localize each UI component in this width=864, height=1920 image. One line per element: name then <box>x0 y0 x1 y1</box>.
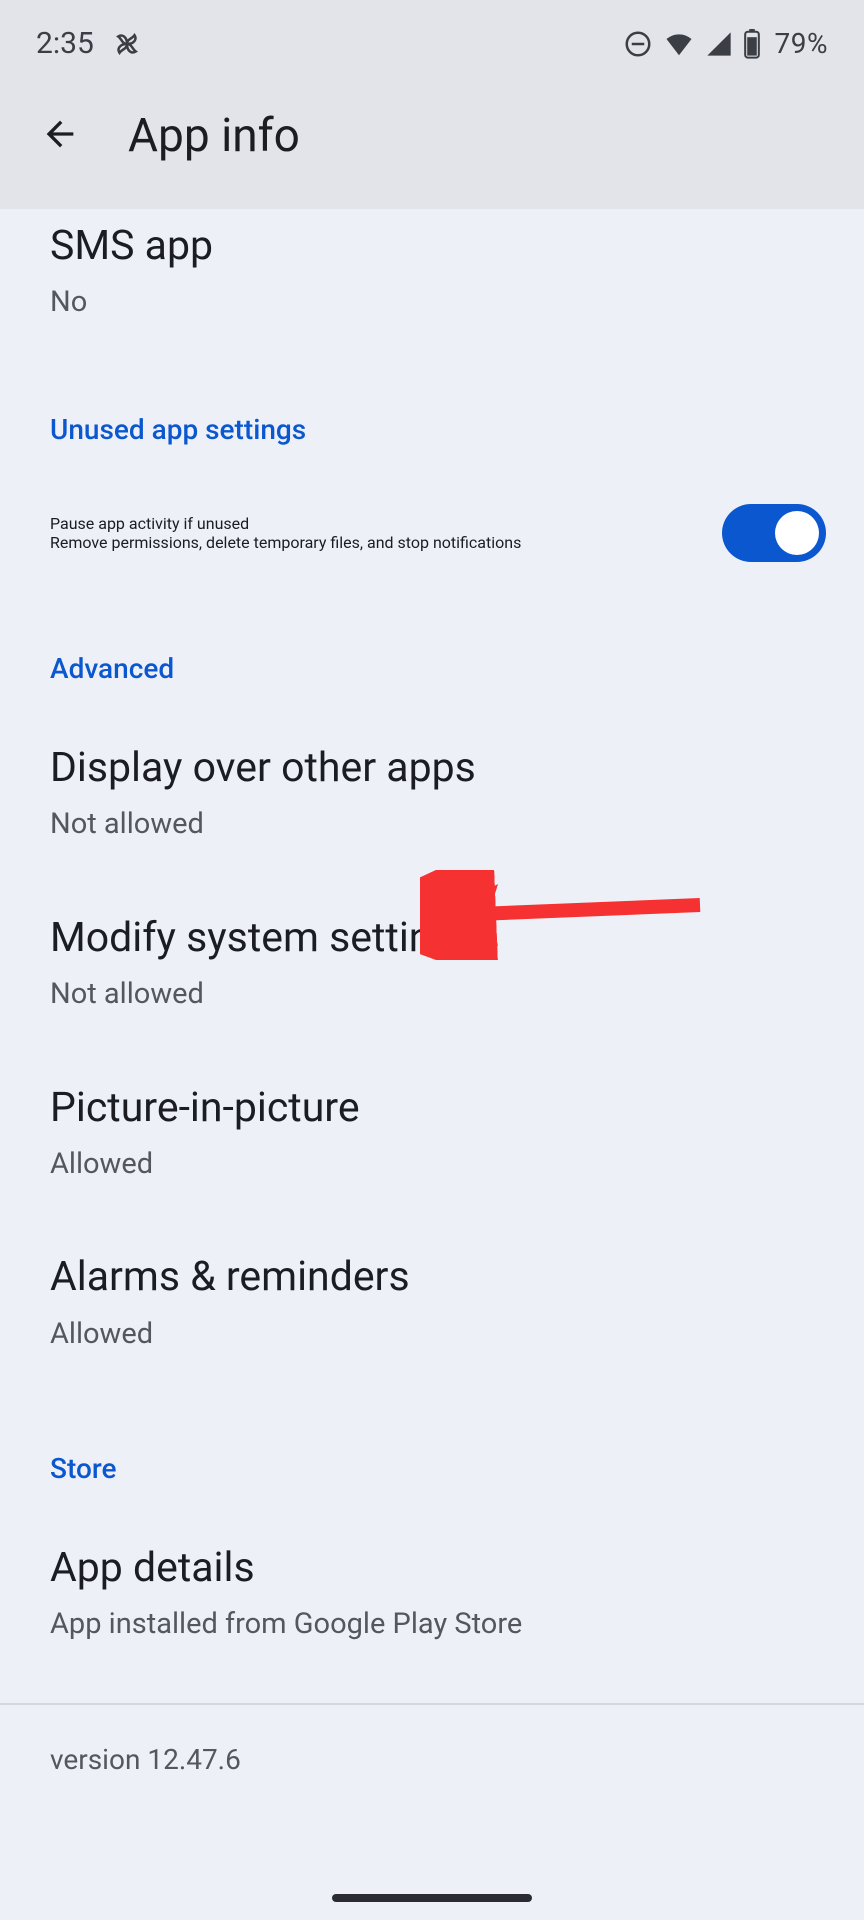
app-version: version 12.47.6 <box>0 1705 864 1776</box>
arrow-back-icon <box>40 114 80 154</box>
setting-modify-system-settings[interactable]: Modify system settings Not allowed <box>0 869 864 1039</box>
setting-title: Modify system settings <box>50 913 814 964</box>
status-time: 2:35 <box>36 26 94 61</box>
section-advanced: Advanced <box>0 586 864 699</box>
status-bar: 2:35 79% <box>0 0 864 79</box>
battery-icon <box>743 29 761 59</box>
pinwheel-icon <box>112 29 142 59</box>
setting-value: No <box>50 282 670 323</box>
setting-description: App installed from Google Play Store <box>50 1604 670 1645</box>
content: SMS app No Unused app settings Pause app… <box>0 209 864 1776</box>
setting-title: App details <box>50 1543 814 1594</box>
setting-pause-app-activity[interactable]: Pause app activity if unused Remove perm… <box>0 460 864 586</box>
setting-sms-app[interactable]: SMS app No <box>0 209 864 347</box>
cell-signal-icon <box>705 30 733 58</box>
app-bar: App info <box>0 79 864 209</box>
setting-display-over-other-apps[interactable]: Display over other apps Not allowed <box>0 699 864 869</box>
dnd-icon <box>623 29 653 59</box>
setting-value: Allowed <box>50 1144 670 1185</box>
toggle-knob <box>775 511 819 555</box>
section-unused-app-settings: Unused app settings <box>0 347 864 460</box>
setting-title: Alarms & reminders <box>50 1252 814 1303</box>
back-button[interactable] <box>40 114 80 158</box>
nav-handle[interactable] <box>332 1894 532 1902</box>
setting-app-details[interactable]: App details App installed from Google Pl… <box>0 1499 864 1669</box>
setting-value: Not allowed <box>50 974 670 1015</box>
setting-value: Not allowed <box>50 804 670 845</box>
battery-percentage: 79% <box>775 27 828 60</box>
section-store: Store <box>0 1378 864 1499</box>
setting-value: Allowed <box>50 1314 670 1355</box>
page-title: App info <box>128 109 300 163</box>
status-right: 79% <box>623 27 828 60</box>
toggle-switch-on[interactable] <box>722 504 826 562</box>
setting-alarms-reminders[interactable]: Alarms & reminders Allowed <box>0 1208 864 1378</box>
setting-title: Pause app activity if unused <box>50 514 702 533</box>
wifi-icon <box>663 29 695 59</box>
setting-picture-in-picture[interactable]: Picture-in-picture Allowed <box>0 1039 864 1209</box>
setting-title: Picture-in-picture <box>50 1083 814 1134</box>
setting-title: Display over other apps <box>50 743 814 794</box>
setting-title: SMS app <box>50 221 814 272</box>
status-left: 2:35 <box>36 26 142 61</box>
setting-description: Remove permissions, delete temporary fil… <box>50 533 702 552</box>
